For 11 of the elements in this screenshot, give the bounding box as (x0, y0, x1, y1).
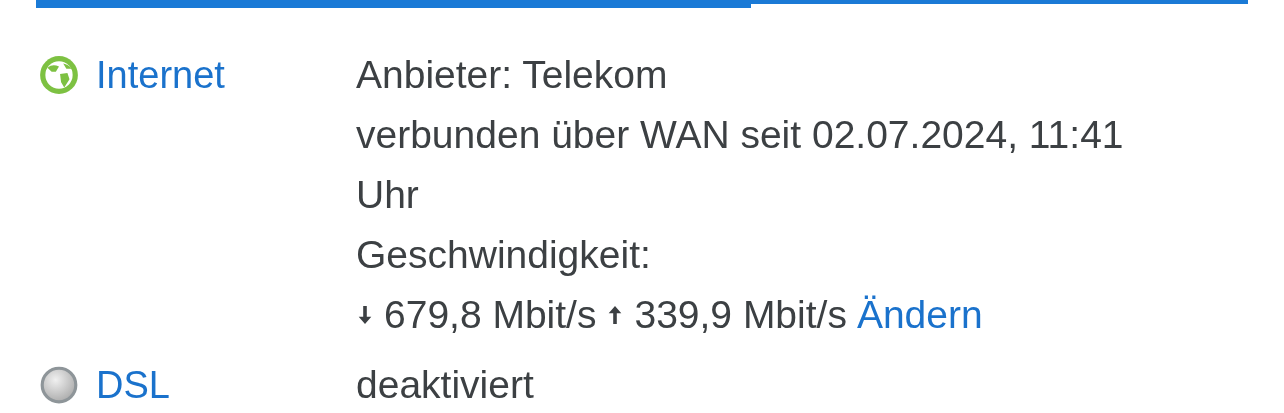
status-text: deaktiviert (356, 362, 535, 408)
status-dot-icon (38, 364, 80, 406)
status-text: Geschwindigkeit: (356, 232, 652, 278)
upstream-speed: 339,9 Mbit/s (634, 292, 847, 338)
status-text: Anbieter: Telekom (356, 52, 669, 98)
downstream-speed: 679,8 Mbit/s (384, 292, 597, 338)
globe-icon (38, 54, 80, 96)
connection-link[interactable]: Internet (96, 45, 225, 105)
status-text: verbunden über WAN seit 02.07.2024, 11:41 Uhr (356, 112, 1125, 218)
change-link[interactable]: Ändern (856, 285, 983, 345)
connection-link[interactable]: DSL (96, 355, 170, 413)
